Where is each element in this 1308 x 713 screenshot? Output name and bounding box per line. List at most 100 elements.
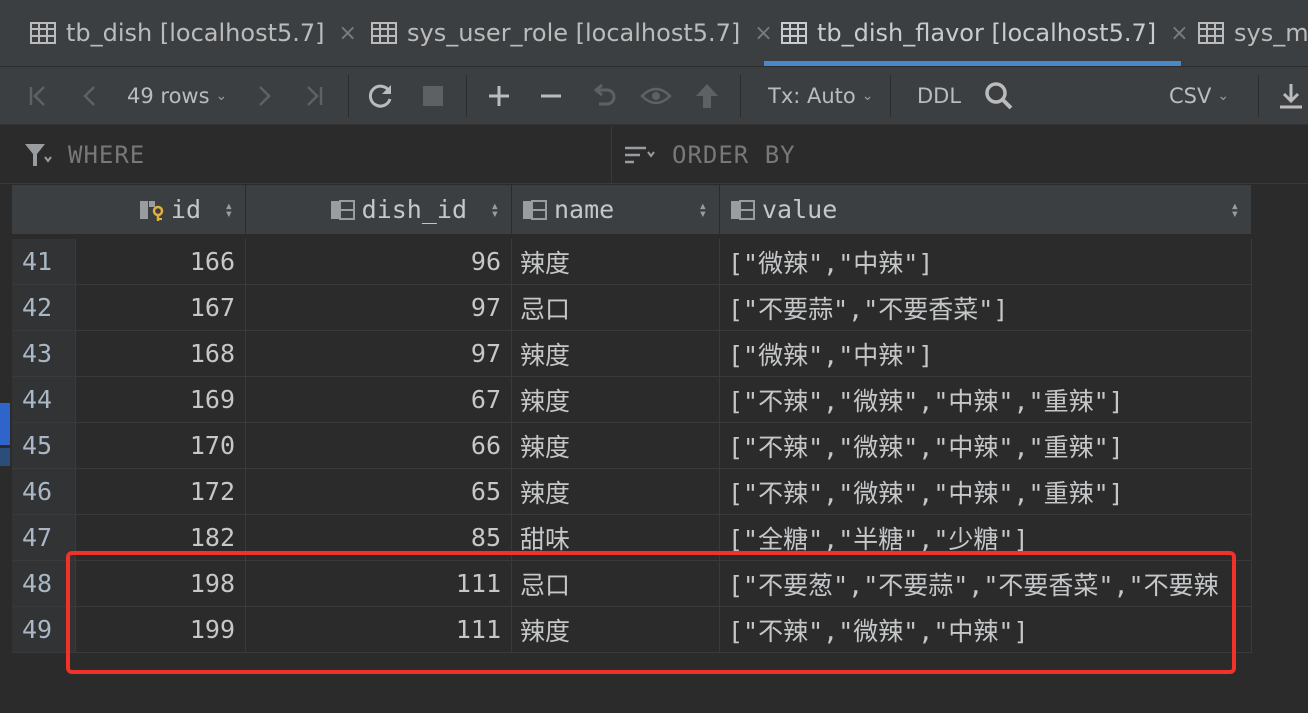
column-header-id[interactable]: id ▴ ▾ (76, 185, 246, 234)
row-number-cell: 42 (12, 285, 76, 331)
primary-key-column-icon (139, 200, 164, 221)
highlight-annotation (66, 551, 1236, 674)
filter-bar: WHERE ORDER BY (0, 126, 1308, 184)
value-cell[interactable]: ["微辣","中辣"] (720, 239, 1252, 285)
name-cell[interactable]: 辣度 (512, 423, 720, 469)
tab-tb-dish-flavor[interactable]: tb_dish_flavor [localhost5.7] × (781, 0, 1189, 66)
name-cell[interactable]: 忌口 (512, 285, 720, 331)
id-cell[interactable]: 172 (76, 469, 246, 515)
name-cell[interactable]: 辣度 (512, 377, 720, 423)
name-cell[interactable]: 辣度 (512, 331, 720, 377)
table-row[interactable]: 46 172 65 辣度 ["不辣","微辣","中辣","重辣"] (12, 469, 1252, 515)
toolbar-divider (890, 75, 891, 117)
active-tab-indicator (764, 61, 1181, 66)
toolbar-divider (740, 75, 741, 117)
last-page-icon[interactable] (302, 67, 326, 125)
close-icon[interactable]: × (1170, 21, 1188, 46)
value-cell[interactable]: ["不辣","微辣","中辣","重辣"] (720, 469, 1252, 515)
id-cell[interactable]: 166 (76, 239, 246, 285)
next-page-icon[interactable] (254, 67, 274, 125)
table-icon (1198, 22, 1224, 44)
order-by-field[interactable]: ORDER BY (624, 126, 796, 184)
where-filter-field[interactable]: WHERE (24, 126, 145, 184)
value-cell[interactable]: ["不要蒜","不要香菜"] (720, 285, 1252, 331)
submit-icon[interactable] (694, 67, 720, 125)
preview-changes-icon[interactable] (640, 67, 672, 125)
order-by-label: ORDER BY (672, 141, 796, 169)
column-header-value[interactable]: value ▴ ▾ (720, 185, 1252, 234)
transaction-mode-label: Tx: Auto (768, 84, 856, 108)
tab-sys-me[interactable]: sys_me (1198, 0, 1308, 66)
column-label: value (762, 195, 838, 224)
toolbar-divider (466, 75, 467, 117)
search-icon[interactable] (984, 67, 1014, 125)
download-icon[interactable] (1278, 67, 1304, 125)
id-cell[interactable]: 169 (76, 377, 246, 423)
table-row[interactable]: 44 169 67 辣度 ["不辣","微辣","中辣","重辣"] (12, 377, 1252, 423)
previous-page-icon[interactable] (80, 67, 100, 125)
value-cell[interactable]: ["不辣","微辣","中辣","重辣"] (720, 377, 1252, 423)
first-page-icon[interactable] (26, 67, 50, 125)
column-label: id (170, 195, 201, 224)
sort-toggle-icon[interactable]: ▴ ▾ (699, 199, 707, 221)
gutter-marker (0, 403, 10, 445)
stop-icon[interactable] (422, 67, 444, 125)
column-icon (731, 199, 755, 220)
chevron-down-icon: ⌄ (1217, 88, 1230, 104)
name-cell[interactable]: 辣度 (512, 239, 720, 285)
sort-toggle-icon[interactable]: ▴ ▾ (1231, 199, 1239, 221)
column-header-name[interactable]: name ▴ ▾ (512, 185, 720, 234)
table-row[interactable]: 42 167 97 忌口 ["不要蒜","不要香菜"] (12, 285, 1252, 331)
rows-count-label: 49 rows (127, 84, 210, 108)
id-cell[interactable]: 168 (76, 331, 246, 377)
revert-icon[interactable] (590, 67, 618, 125)
export-format-dropdown[interactable]: CSV ⌄ (1169, 67, 1229, 125)
filter-divider (611, 126, 612, 184)
row-number-header (12, 185, 76, 234)
add-row-icon[interactable] (486, 67, 512, 125)
table-row[interactable]: 41 166 96 辣度 ["微辣","中辣"] (12, 239, 1252, 285)
refresh-icon[interactable] (367, 67, 395, 125)
tab-label: tb_dish_flavor [localhost5.7] (817, 19, 1157, 47)
table-row[interactable]: 45 170 66 辣度 ["不辣","微辣","中辣","重辣"] (12, 423, 1252, 469)
sort-order-icon (625, 146, 655, 164)
delete-row-icon[interactable] (538, 67, 564, 125)
tab-tb-dish[interactable]: tb_dish [localhost5.7] × (30, 0, 357, 66)
dish-id-cell[interactable]: 66 (246, 423, 512, 469)
sort-toggle-icon[interactable]: ▴ ▾ (225, 199, 233, 221)
row-number-cell: 45 (12, 423, 76, 469)
rows-count-dropdown[interactable]: 49 rows ⌄ (127, 67, 227, 125)
id-cell[interactable]: 167 (76, 285, 246, 331)
table-row[interactable]: 43 168 97 辣度 ["微辣","中辣"] (12, 331, 1252, 377)
dish-id-cell[interactable]: 65 (246, 469, 512, 515)
id-cell[interactable]: 170 (76, 423, 246, 469)
tab-label: sys_user_role [localhost5.7] (407, 19, 741, 47)
column-header-dish-id[interactable]: dish_id ▴ ▾ (246, 185, 512, 234)
dish-id-cell[interactable]: 96 (246, 239, 512, 285)
close-icon[interactable]: × (339, 21, 357, 46)
dish-id-cell[interactable]: 97 (246, 285, 512, 331)
name-cell[interactable]: 辣度 (512, 469, 720, 515)
row-number-cell: 41 (12, 239, 76, 285)
chevron-down-icon: ⌄ (215, 88, 228, 104)
tab-sys-user-role[interactable]: sys_user_role [localhost5.7] × (371, 0, 773, 66)
filter-icon (25, 144, 52, 166)
ddl-button[interactable]: DDL (917, 67, 961, 125)
toolbar-divider (1258, 75, 1259, 117)
ddl-label: DDL (917, 84, 962, 108)
export-format-label: CSV (1169, 84, 1212, 108)
tab-label: sys_me (1234, 19, 1308, 47)
gutter-marker (0, 448, 10, 466)
close-icon[interactable]: × (754, 21, 772, 46)
row-number-cell: 44 (12, 377, 76, 423)
value-cell[interactable]: ["不辣","微辣","中辣","重辣"] (720, 423, 1252, 469)
data-toolbar: 49 rows ⌄ Tx: Auto ⌄ DDL CSV ⌄ (0, 67, 1308, 125)
column-label: name (554, 195, 615, 224)
table-icon (781, 22, 807, 44)
dish-id-cell[interactable]: 97 (246, 331, 512, 377)
dish-id-cell[interactable]: 67 (246, 377, 512, 423)
where-label: WHERE (68, 141, 146, 169)
transaction-mode-dropdown[interactable]: Tx: Auto ⌄ (768, 67, 874, 125)
value-cell[interactable]: ["微辣","中辣"] (720, 331, 1252, 377)
sort-toggle-icon[interactable]: ▴ ▾ (491, 199, 499, 221)
